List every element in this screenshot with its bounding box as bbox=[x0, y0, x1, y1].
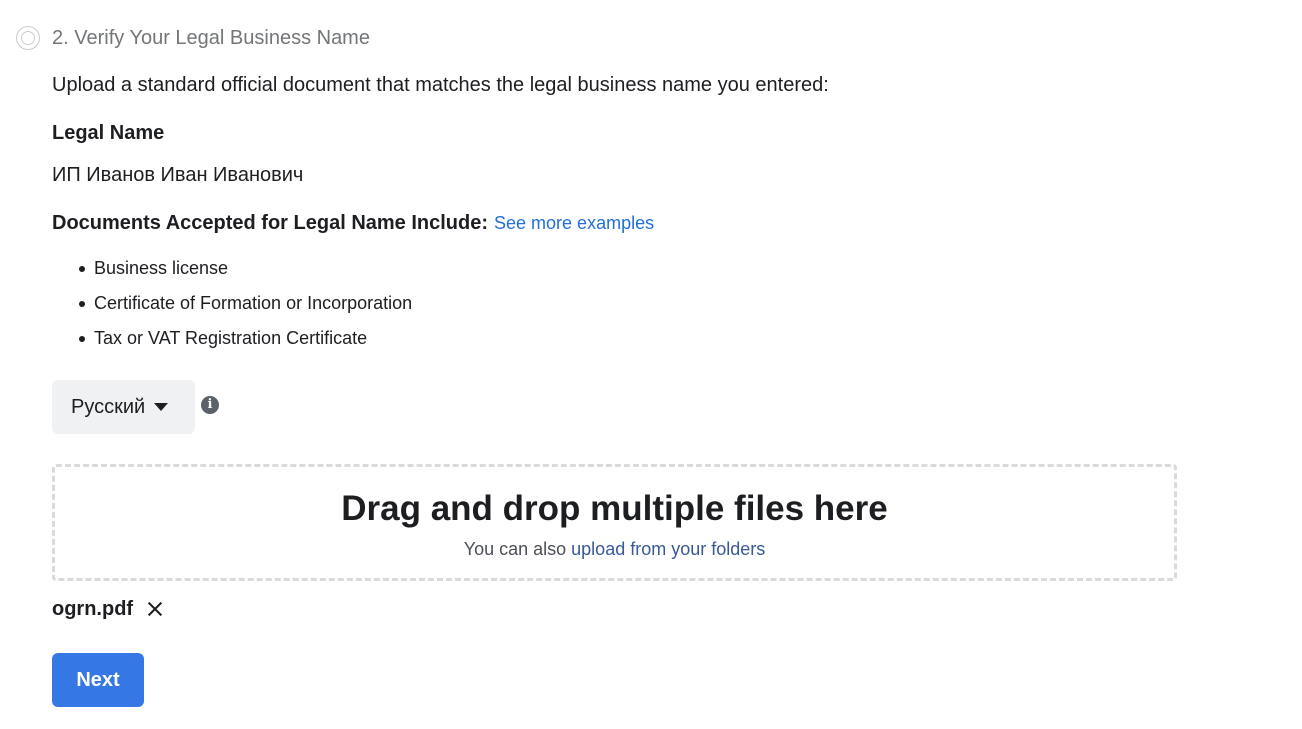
see-more-examples-link[interactable]: See more examples bbox=[494, 213, 654, 233]
uploaded-file: ogrn.pdf bbox=[52, 596, 163, 622]
bullet-icon bbox=[79, 336, 85, 342]
intro-text: Upload a standard official document that… bbox=[52, 74, 829, 96]
info-icon[interactable]: i bbox=[201, 396, 219, 414]
bullet-icon bbox=[79, 266, 85, 272]
chevron-down-icon bbox=[154, 403, 169, 411]
verify-legal-name-page: 2. Verify Your Legal Business Name Uploa… bbox=[0, 0, 1302, 729]
file-name: ogrn.pdf bbox=[52, 597, 134, 620]
legal-name-value: ИП Иванов Иван Иванович bbox=[52, 164, 304, 186]
list-item: Tax or VAT Registration Certificate bbox=[52, 326, 412, 361]
list-item: Certificate of Formation or Incorporatio… bbox=[52, 291, 412, 326]
close-icon[interactable] bbox=[147, 601, 163, 617]
dropzone-title: Drag and drop multiple files here bbox=[341, 489, 888, 528]
documents-heading: Documents Accepted for Legal Name Includ… bbox=[52, 212, 654, 235]
dropzone-subtitle: You can also upload from your folders bbox=[463, 539, 766, 559]
language-select-value: Русский bbox=[71, 395, 146, 418]
file-dropzone[interactable]: Drag and drop multiple files here You ca… bbox=[52, 464, 1177, 581]
step-radio-icon bbox=[16, 26, 40, 50]
next-button[interactable]: Next bbox=[52, 653, 144, 707]
step-header: 2. Verify Your Legal Business Name bbox=[16, 24, 370, 52]
step-title: 2. Verify Your Legal Business Name bbox=[52, 26, 370, 49]
upload-from-folders-link[interactable]: upload from your folders bbox=[571, 539, 765, 559]
documents-heading-text: Documents Accepted for Legal Name Includ… bbox=[52, 212, 489, 234]
bullet-icon bbox=[79, 301, 85, 307]
legal-name-label: Legal Name bbox=[52, 122, 165, 144]
list-item: Business license bbox=[52, 256, 412, 291]
language-select[interactable]: Русский bbox=[52, 380, 195, 434]
accepted-documents-list: Business license Certificate of Formatio… bbox=[52, 256, 412, 361]
